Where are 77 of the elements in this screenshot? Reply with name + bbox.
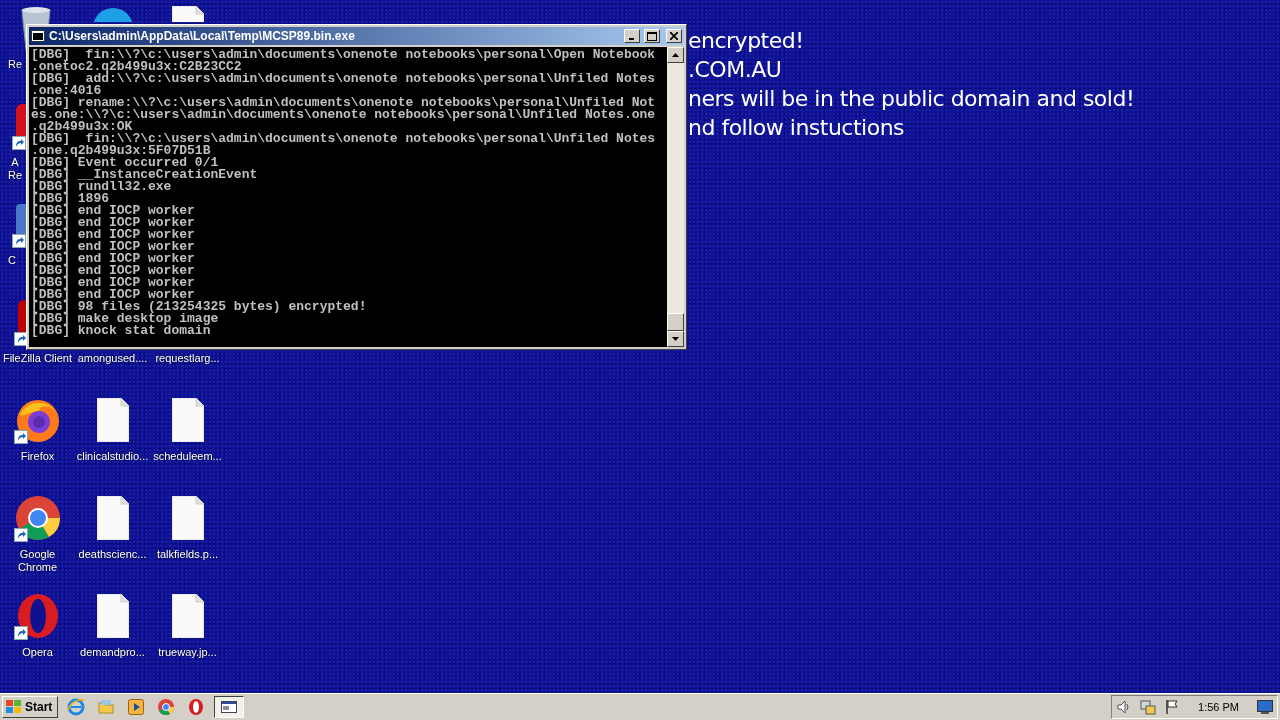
icon-label: requestlarg... — [155, 352, 220, 365]
console-line: [DBG] end IOCP worker — [31, 241, 196, 253]
icon-label: A Re — [7, 156, 23, 182]
chrome-icon — [157, 698, 176, 716]
icon-label: FileZilla Client — [2, 352, 73, 365]
console-line: [DBG] end IOCP worker — [31, 289, 195, 301]
console-window-icon — [31, 30, 45, 42]
scroll-thumb[interactable] — [667, 313, 684, 331]
folder-icon — [97, 698, 116, 716]
maximize-icon — [647, 31, 657, 41]
browser-e-icon — [67, 698, 86, 716]
console-line: [DBG] rename:\\?\c:\users\admin\documents\onenote notebooks\personal\Unfiled Not — [31, 97, 657, 109]
console-line: [DBG] 1896 — [31, 193, 110, 205]
console-line: [DBG] 98 files (213254325 bytes) encrypted! — [31, 301, 368, 313]
file-icon — [96, 594, 129, 638]
icon-label: amongused.... — [77, 352, 148, 365]
console-line: .one:4016 — [31, 85, 102, 97]
file-icon — [171, 496, 204, 540]
ransom-note-text: nd follow instuctions — [688, 114, 906, 142]
scrollbar[interactable] — [667, 47, 684, 347]
console-line: [DBG] Event occurred 0/1 — [31, 157, 219, 169]
up-arrow-icon — [672, 53, 679, 57]
console-line: [DBG] make desktop image — [31, 313, 219, 325]
opera-icon — [187, 698, 206, 716]
icon-label: C — [7, 254, 16, 267]
console-line: [DBG] add:\\?\c:\users\admin\documents\onenote notebooks\personal\Unfiled Notes — [31, 73, 657, 85]
console-line: [DBG] end IOCP worker — [31, 253, 196, 265]
ransom-note-text: .COM.AU — [688, 56, 783, 84]
chrome-icon — [13, 494, 62, 542]
scroll-down-button[interactable] — [667, 331, 684, 347]
file-icon — [171, 398, 204, 442]
console-line: .q2b499u3x:OK — [31, 121, 133, 133]
scroll-up-button[interactable] — [667, 47, 684, 63]
network-icon[interactable] — [1140, 699, 1157, 715]
show-desktop-icon[interactable] — [1257, 700, 1273, 714]
minimize-button[interactable] — [624, 29, 640, 43]
console-line: [DBG] end IOCP worker — [31, 205, 196, 217]
close-button[interactable] — [666, 29, 682, 43]
taskbar-window-button[interactable] — [214, 696, 245, 718]
clock[interactable]: 1:56 PM — [1188, 701, 1249, 713]
icon-label: demandpro... — [80, 646, 145, 659]
console-line: [DBG] rundll32.exe — [31, 181, 172, 193]
down-arrow-icon — [672, 337, 679, 341]
console-line: .onetoc2.q2b499u3x:C2B23CC2 — [31, 61, 242, 73]
windows-flag-icon — [6, 700, 22, 714]
console-line: [DBG] knock stat domain — [31, 325, 211, 337]
console-line: [DBG] end IOCP worker — [31, 217, 196, 229]
console-line: [DBG] end IOCP worker — [31, 229, 196, 241]
maximize-button[interactable] — [644, 29, 660, 43]
start-button[interactable]: Start — [2, 696, 59, 718]
file-icon — [96, 398, 129, 442]
window-title: C:\Users\admin\AppData\Local\Temp\MCSP89.bin.exe — [49, 29, 356, 43]
icon-label: clinicalstudio... — [76, 450, 149, 463]
icon-label: Re — [7, 58, 23, 71]
icon-label: Opera — [22, 646, 53, 659]
ransom-note-text: ners will be in the public domain and sold! — [688, 85, 1135, 113]
console-line: .one.q2b499u3x:5F07D51B — [31, 145, 211, 157]
media-player-icon — [127, 698, 146, 716]
icon-label: deathscienc... — [78, 548, 147, 561]
console-window-icon — [220, 698, 239, 716]
console-line: es.one:\\?\c:\users\admin\documents\onenote notebooks\personal\Unfiled Notes.one — [31, 109, 657, 121]
file-icon — [96, 496, 129, 540]
file-icon — [171, 6, 204, 22]
console-line: [DBG] __InstanceCreationEvent — [31, 169, 259, 181]
icon-label: talkfields.p... — [156, 548, 219, 561]
icon-label: trueway.jp... — [158, 646, 217, 659]
icon-label: scheduleem... — [153, 450, 222, 463]
icon-label: Google Chrome — [16, 548, 59, 574]
file-icon — [171, 594, 204, 638]
ransom-note-text: encrypted! — [688, 27, 805, 55]
close-icon — [670, 32, 678, 40]
console-line: [DBG] end IOCP worker — [31, 277, 196, 289]
console-line: [DBG] fin:\\?\c:\users\admin\documents\onenote notebooks\personal\Open Notebook — [31, 49, 657, 61]
console-line: [DBG] fin:\\?\c:\users\admin\documents\onenote notebooks\personal\Unfiled Notes — [31, 133, 657, 145]
flag-icon[interactable] — [1164, 699, 1181, 715]
icon-label: Firefox — [20, 450, 55, 463]
console-line: [DBG] end IOCP worker — [31, 265, 196, 277]
